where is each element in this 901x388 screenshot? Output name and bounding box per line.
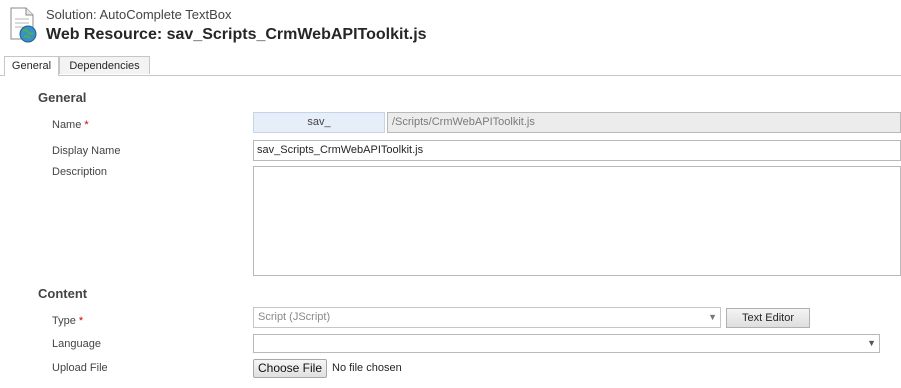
- upload-file-label: Upload File: [52, 362, 108, 374]
- web-resource-document-icon: [10, 7, 37, 43]
- name-label-text: Name: [52, 119, 82, 131]
- name-field[interactable]: /Scripts/CrmWebAPIToolkit.js: [387, 112, 901, 133]
- name-prefix: sav_: [253, 112, 385, 133]
- choose-file-button[interactable]: Choose File: [253, 359, 327, 378]
- text-editor-button[interactable]: Text Editor: [726, 308, 810, 328]
- tab-bar: General Dependencies: [0, 56, 901, 76]
- required-marker: *: [84, 119, 89, 131]
- general-section-title: General: [38, 90, 87, 105]
- type-select[interactable]: Script (JScript) ▼: [253, 307, 721, 328]
- required-marker: *: [78, 315, 84, 327]
- description-field[interactable]: [253, 166, 901, 276]
- no-file-text: No file chosen: [332, 362, 402, 374]
- name-label: Name *: [52, 119, 89, 131]
- tab-dependencies[interactable]: Dependencies: [59, 56, 150, 74]
- type-select-value: Script (JScript): [258, 311, 331, 323]
- language-select[interactable]: ▼: [253, 334, 880, 353]
- display-name-field[interactable]: sav_Scripts_CrmWebAPIToolkit.js: [253, 140, 901, 161]
- page-title: Web Resource: sav_Scripts_CrmWebAPIToolk…: [46, 26, 427, 43]
- type-label-text: Type: [52, 315, 76, 327]
- chevron-down-icon: ▼: [708, 312, 717, 322]
- content-section-title: Content: [38, 286, 88, 301]
- chevron-down-icon: ▼: [867, 338, 876, 348]
- tab-general[interactable]: General: [4, 56, 59, 76]
- display-name-label: Display Name: [52, 145, 121, 157]
- form-header: Solution: AutoComplete TextBox Web Resou…: [0, 0, 901, 56]
- type-label: Type *: [52, 315, 83, 327]
- solution-name: Solution: AutoComplete TextBox: [46, 7, 232, 22]
- language-label: Language: [52, 338, 101, 350]
- description-label: Description: [52, 166, 108, 178]
